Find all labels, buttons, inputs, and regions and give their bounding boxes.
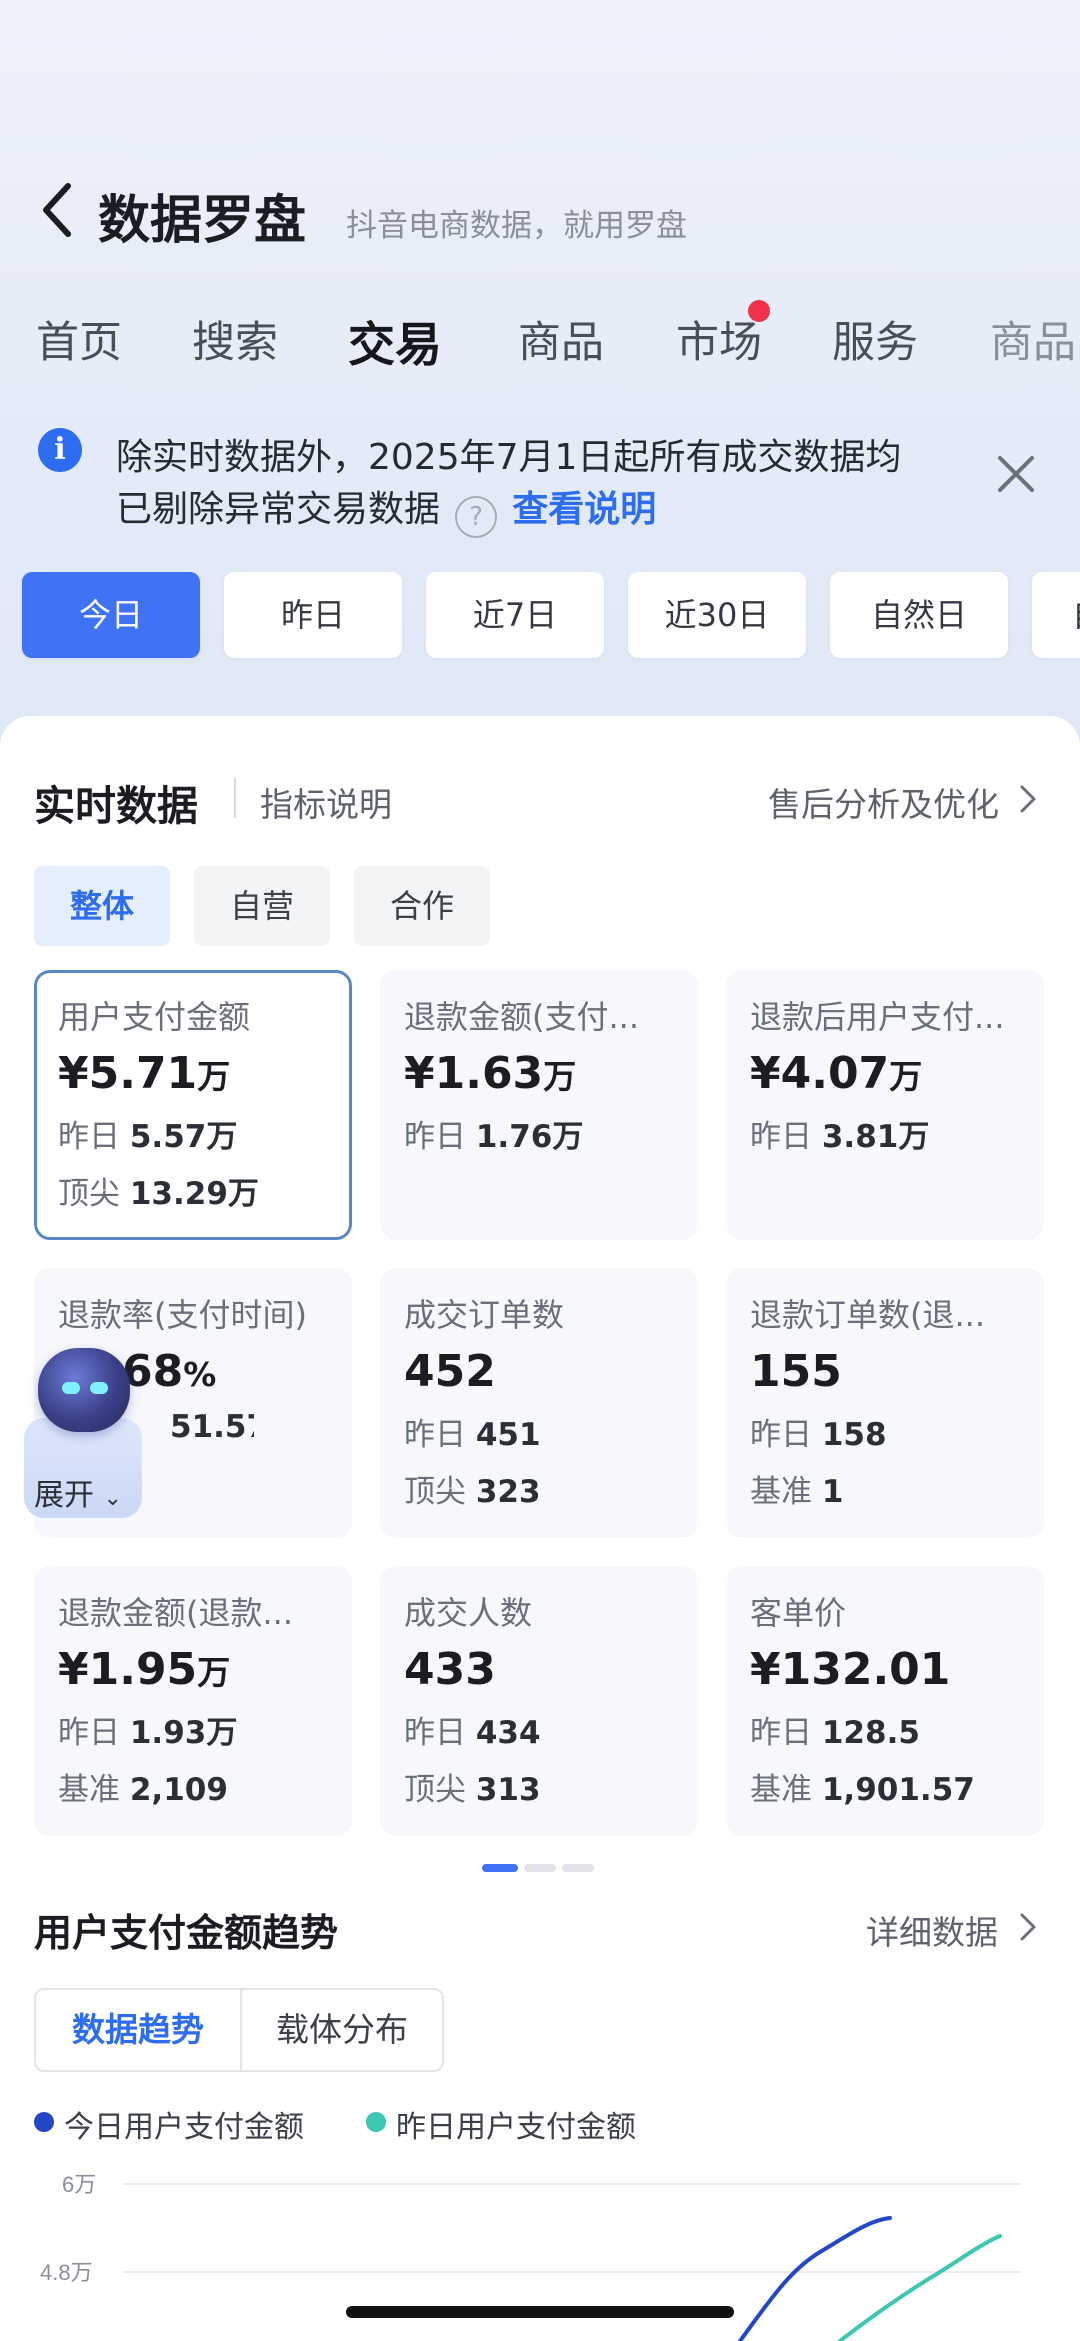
metric-label: 退款订单数(退... <box>750 1296 986 1334</box>
date-filter-30d[interactable]: 近30日 <box>628 572 806 658</box>
metric-label: 客单价 <box>750 1594 847 1632</box>
metric-value: 155 <box>750 1346 842 1397</box>
home-indicator <box>346 2306 734 2318</box>
detail-data-link[interactable]: 详细数据 <box>866 1906 998 1954</box>
top-nav-tabs: 首页 搜索 交易 商品 市场 服务 商品 <box>0 300 1080 380</box>
page-title: 数据罗盘 <box>98 191 307 251</box>
metric-yesterday: 昨日 158 <box>750 1417 887 1453</box>
legend-today: 今日用户支付金额 <box>64 2110 304 2145</box>
metric-value: 433 <box>404 1644 496 1695</box>
notice-text-line2: 已剔除异常交易数据 <box>116 489 441 530</box>
metric-label: 成交订单数 <box>404 1296 565 1334</box>
notice-line2: 已剔除异常交易数据 ? 查看说明 <box>116 480 656 538</box>
info-icon: i <box>38 428 82 472</box>
trend-title: 用户支付金额趋势 <box>34 1911 339 1955</box>
metric-top: 顶尖 13.29万 <box>58 1176 259 1212</box>
tab-transaction[interactable]: 交易 <box>348 306 442 375</box>
robot-mascot-icon <box>38 1348 130 1432</box>
help-icon[interactable]: ? <box>455 495 498 538</box>
metric-label: 用户支付金额 <box>58 998 251 1036</box>
assistant-widget[interactable]: 展开 ⌄ <box>24 1330 144 1520</box>
metric-label: 退款后用户支付... <box>750 998 1005 1036</box>
pager-dot-active <box>482 1864 518 1872</box>
segment-overall[interactable]: 整体 <box>34 866 170 946</box>
page-subtitle: 抖音电商数据，就用罗盘 <box>346 208 687 244</box>
metric-benchmark: 基准 1,901.57 <box>750 1772 975 1808</box>
metric-card-user-payment[interactable]: 用户支付金额 ¥5.71万 昨日 5.57万 顶尖 13.29万 <box>34 970 352 1240</box>
close-icon[interactable] <box>994 452 1038 496</box>
date-filter-yesterday[interactable]: 昨日 <box>224 572 402 658</box>
after-sale-analysis-link[interactable]: 售后分析及优化 <box>768 778 999 826</box>
date-filter-7d[interactable]: 近7日 <box>426 572 604 658</box>
tab-carrier-distribution[interactable]: 载体分布 <box>242 1990 442 2070</box>
tab-products[interactable]: 商品 <box>518 308 604 370</box>
y-tick-6w: 6万 <box>62 2172 96 2197</box>
tab-service[interactable]: 服务 <box>832 308 918 370</box>
view-explanation-link[interactable]: 查看说明 <box>512 489 656 530</box>
metric-card-orders[interactable]: 成交订单数 452 昨日 451 顶尖 323 <box>380 1268 698 1538</box>
metric-label: 退款金额(支付... <box>404 998 640 1036</box>
metric-label: 成交人数 <box>404 1594 533 1632</box>
metric-value: ¥5.71万 <box>58 1048 231 1099</box>
segment-self-operated[interactable]: 自营 <box>194 866 330 946</box>
metric-top: 顶尖 323 <box>404 1474 541 1510</box>
tab-home[interactable]: 首页 <box>36 308 122 370</box>
metric-card-refund-amount-pay[interactable]: 退款金额(支付... ¥1.63万 昨日 1.76万 <box>380 970 698 1240</box>
tab-data-trend[interactable]: 数据趋势 <box>36 1990 240 2070</box>
metric-top: 顶尖 313 <box>404 1772 541 1808</box>
robot-eye-left <box>62 1382 80 1394</box>
tab-products-2[interactable]: 商品 <box>990 308 1076 370</box>
date-filter-today[interactable]: 今日 <box>22 572 200 658</box>
metric-value: 452 <box>404 1346 496 1397</box>
metric-card-refund-amount-refund[interactable]: 退款金额(退款... ¥1.95万 昨日 1.93万 基准 2,109 <box>34 1566 352 1836</box>
trend-tab-group: 数据趋势 载体分布 <box>34 1988 444 2072</box>
chevron-down-icon: ⌄ <box>103 1486 122 1511</box>
metric-yesterday: 昨日 1.93万 <box>58 1715 238 1751</box>
metric-value: ¥1.95万 <box>58 1644 231 1695</box>
metric-value: ¥132.01 <box>750 1644 951 1695</box>
chevron-right-icon[interactable] <box>1018 784 1038 814</box>
metric-explain-link[interactable]: 指标说明 <box>260 778 392 826</box>
legend-dot-yesterday <box>366 2112 386 2132</box>
y-tick-4-8w: 4.8万 <box>40 2260 93 2285</box>
metric-yesterday: 昨日 434 <box>404 1715 541 1751</box>
metric-label: 退款金额(退款... <box>58 1594 294 1632</box>
tab-search[interactable]: 搜索 <box>192 308 278 370</box>
date-filter-more[interactable]: 自 <box>1032 572 1080 658</box>
metric-yesterday: 昨日 451 <box>404 1417 541 1453</box>
metric-yesterday: 昨日 1.76万 <box>404 1119 584 1155</box>
legend-yesterday: 昨日用户支付金额 <box>396 2110 636 2145</box>
legend-dot-today <box>34 2112 54 2132</box>
metric-value: ¥4.07万 <box>750 1048 923 1099</box>
title-divider <box>234 778 236 818</box>
notification-badge <box>748 300 770 322</box>
assistant-expand-label[interactable]: 展开 ⌄ <box>34 1470 122 1514</box>
metric-benchmark: 基准 2,109 <box>58 1772 228 1808</box>
metric-card-refund-orders[interactable]: 退款订单数(退... 155 昨日 158 基准 1 <box>726 1268 1044 1538</box>
metric-yesterday: 昨日 128.5 <box>750 1715 920 1751</box>
metric-card-avg-order-value[interactable]: 客单价 ¥132.01 昨日 128.5 基准 1,901.57 <box>726 1566 1044 1836</box>
segment-cooperation[interactable]: 合作 <box>354 866 490 946</box>
back-arrow-icon[interactable] <box>36 180 80 240</box>
series-line-yesterday <box>838 2234 1002 2341</box>
pager-dot <box>524 1864 556 1872</box>
date-filter-row: 今日 昨日 近7日 近30日 自然日 自 <box>0 572 1080 662</box>
notice-text-line1: 除实时数据外，2025年7月1日起所有成交数据均 <box>116 437 902 478</box>
metric-value: ¥1.63万 <box>404 1048 577 1099</box>
pager-dot <box>562 1864 594 1872</box>
chevron-right-icon[interactable] <box>1018 1912 1038 1942</box>
date-filter-natural-day[interactable]: 自然日 <box>830 572 1008 658</box>
metric-yesterday: 昨日 3.81万 <box>750 1119 930 1155</box>
metric-benchmark: 基准 1 <box>750 1474 844 1510</box>
robot-eye-right <box>90 1382 108 1394</box>
realtime-title: 实时数据 <box>34 782 198 830</box>
metric-card-after-refund-payment[interactable]: 退款后用户支付... ¥4.07万 昨日 3.81万 <box>726 970 1044 1240</box>
metric-yesterday: 昨日 5.57万 <box>58 1119 238 1155</box>
metric-card-buyers[interactable]: 成交人数 433 昨日 434 顶尖 313 <box>380 1566 698 1836</box>
